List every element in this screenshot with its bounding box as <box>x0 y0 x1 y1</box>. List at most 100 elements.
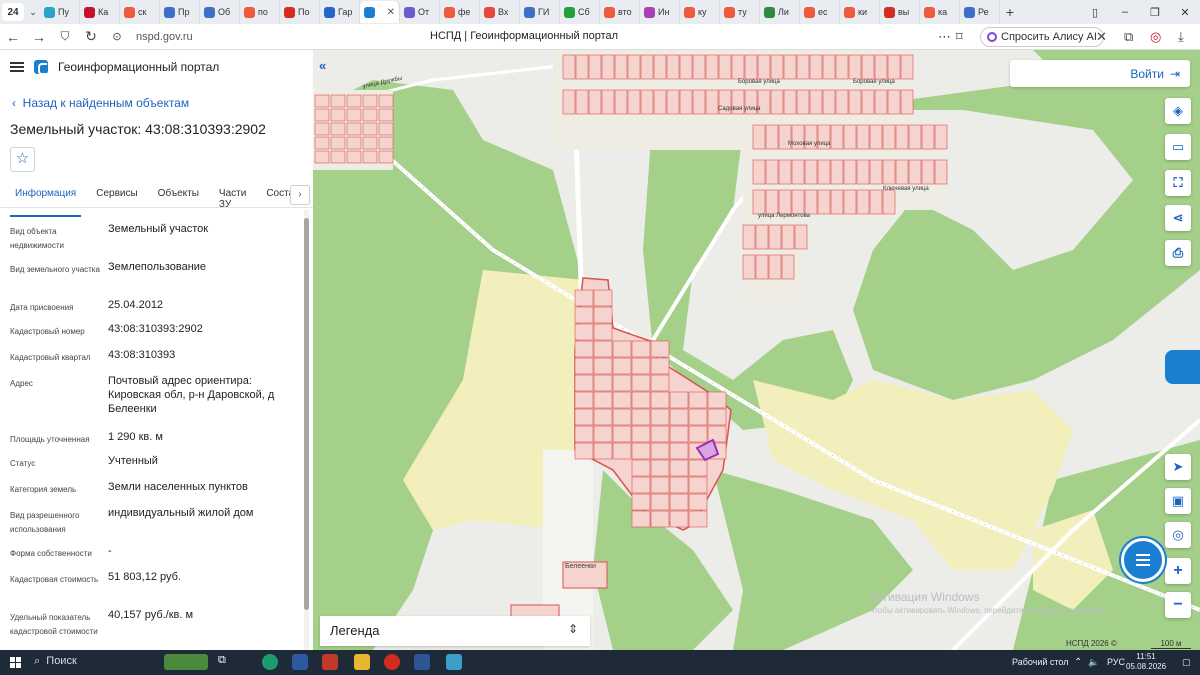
land-parcel[interactable] <box>755 224 769 250</box>
land-parcel[interactable] <box>908 159 922 185</box>
land-parcel[interactable] <box>765 124 779 150</box>
more-icon[interactable]: ⋯ <box>938 29 951 45</box>
land-parcel[interactable] <box>688 493 708 511</box>
land-parcel[interactable] <box>574 289 594 307</box>
app-cube-icon[interactable] <box>446 654 462 670</box>
land-parcel[interactable] <box>688 408 708 426</box>
browser-tab[interactable]: Ка <box>80 1 120 23</box>
land-parcel[interactable] <box>882 189 896 215</box>
land-parcel[interactable] <box>612 357 632 375</box>
land-parcel[interactable] <box>653 54 667 80</box>
land-parcel[interactable] <box>861 54 875 80</box>
land-parcel[interactable] <box>692 54 706 80</box>
land-parcel[interactable] <box>934 124 948 150</box>
edge-icon[interactable] <box>262 654 278 670</box>
land-parcel[interactable] <box>562 54 576 80</box>
browser-tab[interactable]: вто <box>600 1 640 23</box>
layers-icon[interactable]: ◈ <box>1165 98 1191 124</box>
land-parcel[interactable] <box>705 54 719 80</box>
land-parcel[interactable] <box>627 89 641 115</box>
land-parcel[interactable] <box>575 54 589 80</box>
land-parcel[interactable] <box>650 374 670 392</box>
land-parcel[interactable] <box>843 189 857 215</box>
land-parcel[interactable] <box>791 159 805 185</box>
land-parcel[interactable] <box>588 54 602 80</box>
land-parcel[interactable] <box>631 425 651 443</box>
browser-tab[interactable]: ес <box>800 1 840 23</box>
browser-tab[interactable]: ГИ <box>520 1 560 23</box>
browser-tab[interactable]: Пр <box>160 1 200 23</box>
land-parcel[interactable] <box>752 189 766 215</box>
tab-count-badge[interactable]: 24 <box>2 3 24 21</box>
assistant-tab-icon[interactable] <box>1165 350 1200 384</box>
map-canvas[interactable]: улица Дружбы Боровая улица Боровая улица… <box>313 50 1200 650</box>
land-parcel[interactable] <box>593 357 613 375</box>
land-parcel[interactable] <box>817 159 831 185</box>
land-parcel[interactable] <box>614 89 628 115</box>
land-parcel[interactable] <box>688 425 708 443</box>
browser-tab[interactable]: вы <box>880 1 920 23</box>
land-parcel[interactable] <box>742 254 756 280</box>
land-parcel[interactable] <box>612 425 632 443</box>
browser-tab[interactable]: От <box>400 1 440 23</box>
close-window-icon[interactable]: ✕ <box>1170 6 1200 19</box>
land-parcel[interactable] <box>856 124 870 150</box>
land-parcel[interactable] <box>650 493 670 511</box>
land-parcel[interactable] <box>809 89 823 115</box>
language-indicator[interactable]: РУС <box>1107 657 1125 667</box>
land-parcel[interactable] <box>666 89 680 115</box>
land-parcel[interactable] <box>921 124 935 150</box>
land-parcel[interactable] <box>593 340 613 358</box>
url-field[interactable]: nspd.gov.ru <box>136 31 193 43</box>
land-parcel[interactable] <box>314 150 330 164</box>
zoom-out-button[interactable]: − <box>1165 592 1191 618</box>
land-parcel[interactable] <box>669 408 689 426</box>
land-parcel[interactable] <box>848 89 862 115</box>
land-parcel[interactable] <box>574 391 594 409</box>
file-explorer-icon[interactable] <box>354 654 370 670</box>
volume-icon[interactable]: 🔈 <box>1088 657 1099 668</box>
land-parcel[interactable] <box>631 340 651 358</box>
land-parcel[interactable] <box>757 54 771 80</box>
land-parcel[interactable] <box>346 122 362 136</box>
yandex-browser-icon[interactable] <box>384 654 400 670</box>
land-parcel[interactable] <box>631 408 651 426</box>
land-parcel[interactable] <box>752 159 766 185</box>
bookmark-icon[interactable]: ▯ <box>1080 6 1110 19</box>
downloads-icon[interactable]: ⤓ <box>1178 29 1184 45</box>
land-parcel[interactable] <box>378 108 394 122</box>
land-parcel[interactable] <box>612 340 632 358</box>
collapse-panel-icon[interactable]: « <box>319 58 326 73</box>
browser-tab[interactable]: Ин <box>640 1 680 23</box>
tabs-scroll-right-icon[interactable]: › <box>290 185 310 205</box>
land-parcel[interactable] <box>817 189 831 215</box>
land-parcel[interactable] <box>835 89 849 115</box>
geolocation-icon[interactable]: ➤ <box>1165 454 1191 480</box>
land-parcel[interactable] <box>669 493 689 511</box>
land-parcel[interactable] <box>362 136 378 150</box>
land-parcel[interactable] <box>688 459 708 477</box>
task-view-icon[interactable]: ⧉ <box>218 654 234 670</box>
land-parcel[interactable] <box>631 374 651 392</box>
tab-services[interactable]: Сервисы <box>91 186 142 217</box>
back-arrow-icon[interactable]: ← <box>0 29 26 45</box>
land-parcel[interactable] <box>650 510 670 528</box>
browser-tab[interactable]: ку <box>680 1 720 23</box>
land-parcel[interactable] <box>593 425 613 443</box>
tools-icon[interactable]: ✕ <box>1096 29 1107 45</box>
land-parcel[interactable] <box>830 189 844 215</box>
shield-icon[interactable]: ⛉ <box>52 29 78 44</box>
land-parcel[interactable] <box>848 54 862 80</box>
land-parcel[interactable] <box>612 391 632 409</box>
land-parcel[interactable] <box>614 54 628 80</box>
land-parcel[interactable] <box>362 150 378 164</box>
land-parcel[interactable] <box>574 408 594 426</box>
land-parcel[interactable] <box>770 54 784 80</box>
land-parcel[interactable] <box>378 122 394 136</box>
land-parcel[interactable] <box>783 54 797 80</box>
land-parcel[interactable] <box>574 442 594 460</box>
land-parcel[interactable] <box>796 54 810 80</box>
land-parcel[interactable] <box>314 122 330 136</box>
browser-tab[interactable]: по <box>240 1 280 23</box>
browser-tab[interactable]: фе <box>440 1 480 23</box>
